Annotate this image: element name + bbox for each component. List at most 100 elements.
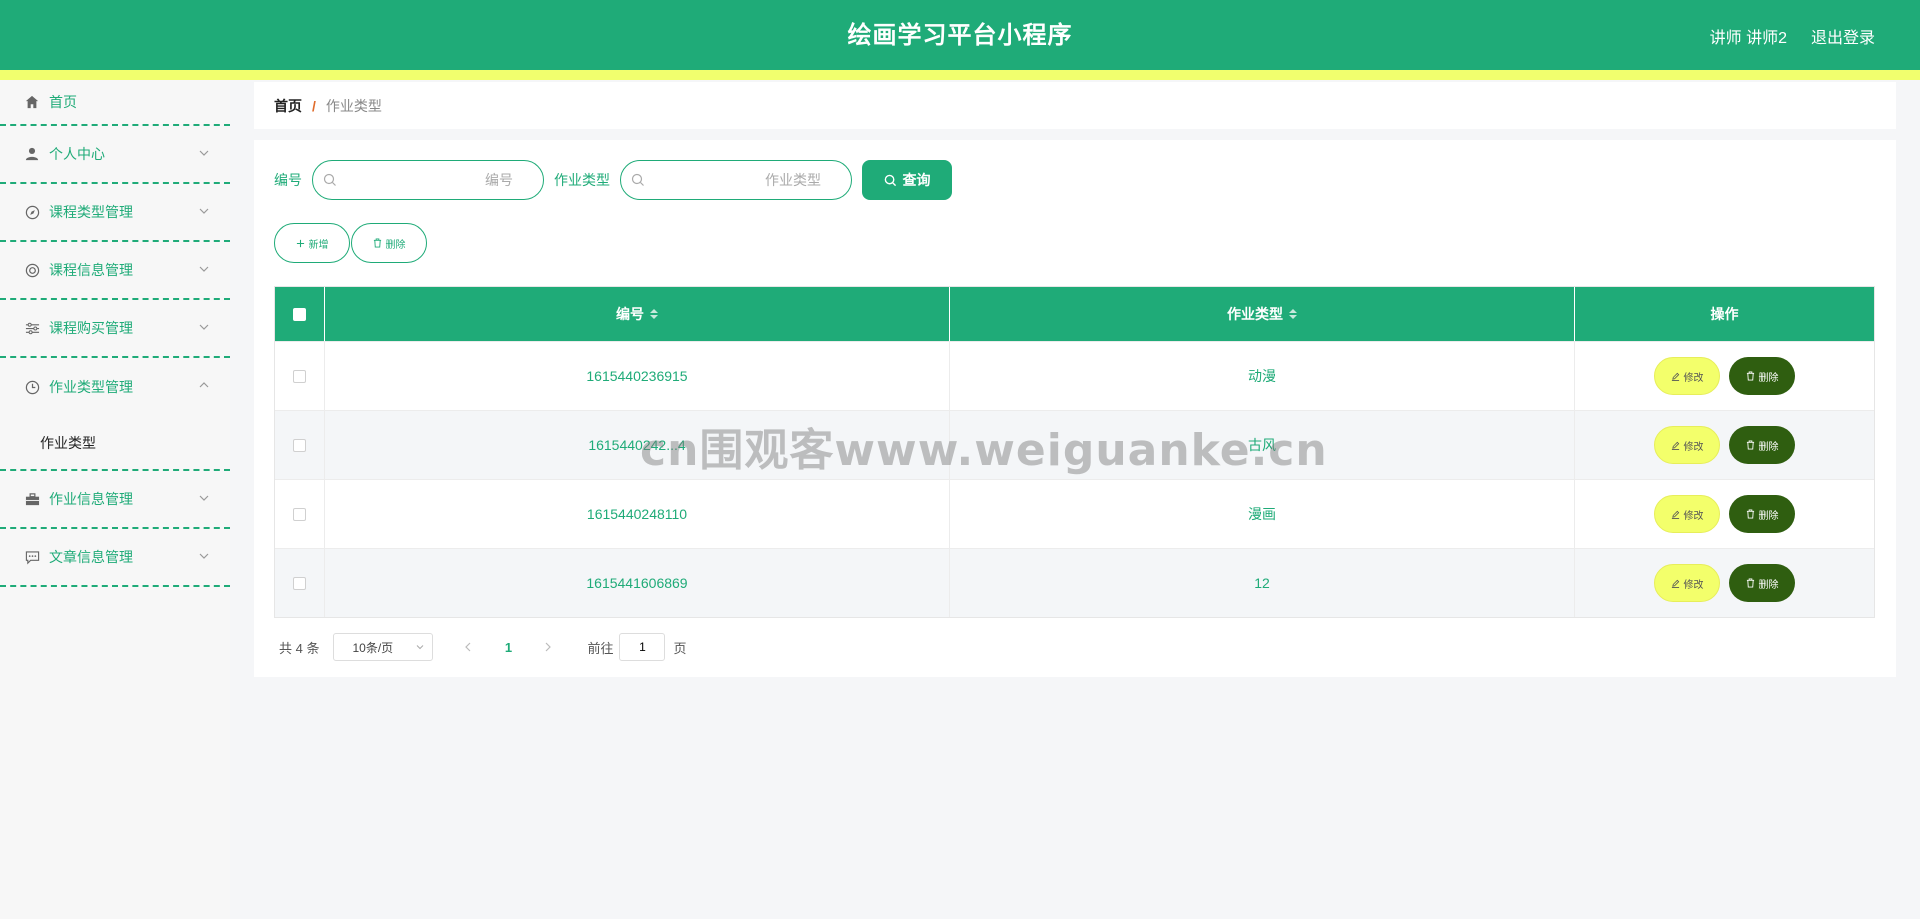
delete-label: 删除 bbox=[1758, 441, 1779, 453]
logout-button[interactable]: 退出登录 bbox=[1811, 24, 1875, 48]
table-header: 编号 作业类型 操作 bbox=[275, 287, 1874, 341]
sidebar-item-label: 作业类型管理 bbox=[49, 379, 133, 395]
delete-button[interactable]: 删除 bbox=[1729, 426, 1795, 464]
type-cell: 12 bbox=[950, 549, 1575, 617]
chevron-down-icon bbox=[199, 266, 209, 272]
trash-icon bbox=[1746, 440, 1754, 450]
id-cell: 1615440236915 bbox=[325, 342, 950, 410]
chevron-down-icon bbox=[199, 150, 209, 156]
sliders-icon bbox=[24, 320, 40, 336]
compass-icon bbox=[24, 204, 40, 220]
row-checkbox[interactable] bbox=[293, 576, 306, 590]
column-header-op: 操作 bbox=[1575, 287, 1874, 341]
edit-button[interactable]: 修改 bbox=[1654, 357, 1720, 395]
edit-button[interactable]: 修改 bbox=[1654, 564, 1720, 602]
type-cell: 古风 bbox=[950, 411, 1575, 479]
sidebar-item-label: 个人中心 bbox=[49, 146, 105, 162]
table-row: 1615440242...4 古风 修改 删除 bbox=[275, 410, 1874, 479]
sidebar-item-course-info[interactable]: 课程信息管理 bbox=[0, 242, 230, 300]
select-all-checkbox[interactable] bbox=[293, 307, 306, 321]
id-cell: 1615440242...4 bbox=[325, 411, 950, 479]
chevron-down-icon bbox=[199, 324, 209, 330]
toolbar: 新增 删除 bbox=[274, 223, 427, 263]
table-row: 1615440248110 漫画 修改 删除 bbox=[275, 479, 1874, 548]
id-search-input[interactable] bbox=[313, 161, 543, 199]
page-number[interactable]: 1 bbox=[493, 633, 523, 661]
delete-button[interactable]: 删除 bbox=[1729, 357, 1795, 395]
pagination: 共 4 条 10条/页 1 前往 页 bbox=[279, 632, 687, 662]
search-icon bbox=[631, 173, 644, 186]
row-checkbox[interactable] bbox=[293, 369, 306, 383]
sidebar-item-course-purchase[interactable]: 课程购买管理 bbox=[0, 300, 230, 358]
next-page-button[interactable] bbox=[533, 633, 563, 661]
id-search-field bbox=[312, 160, 544, 200]
goto-suffix: 页 bbox=[673, 640, 687, 656]
sidebar-item-label: 课程信息管理 bbox=[49, 262, 133, 278]
delete-label: 删除 bbox=[1758, 510, 1779, 522]
header-user-area: 讲师 讲师2 退出登录 bbox=[1710, 0, 1875, 72]
sidebar-item-home[interactable]: 首页 bbox=[0, 80, 230, 126]
breadcrumb-home[interactable]: 首页 bbox=[274, 96, 302, 116]
sidebar-item-homework-type[interactable]: 作业类型管理 bbox=[0, 358, 230, 416]
edit-icon bbox=[1671, 579, 1679, 588]
header-accent-stripe bbox=[0, 70, 1920, 80]
sidebar: 首页 个人中心 课程类型管理 课程信息管理 课程购买管理 作业类型管理 作业类型… bbox=[0, 80, 230, 919]
type-cell: 漫画 bbox=[950, 480, 1575, 548]
query-button[interactable]: 查询 bbox=[862, 160, 952, 200]
prev-page-button[interactable] bbox=[453, 633, 483, 661]
type-search-label: 作业类型 bbox=[554, 172, 610, 188]
row-checkbox-cell bbox=[275, 342, 325, 410]
sidebar-subitem-homework-type[interactable]: 作业类型 bbox=[0, 416, 230, 471]
edit-icon bbox=[1671, 441, 1679, 450]
chevron-down-icon bbox=[199, 208, 209, 214]
edit-label: 修改 bbox=[1683, 579, 1704, 591]
sidebar-item-course-type[interactable]: 课程类型管理 bbox=[0, 184, 230, 242]
column-header-id[interactable]: 编号 bbox=[325, 287, 950, 341]
goto-prefix: 前往 bbox=[587, 640, 614, 656]
chevron-left-icon bbox=[465, 642, 471, 652]
delete-button[interactable]: 删除 bbox=[1729, 564, 1795, 602]
sidebar-item-label: 课程类型管理 bbox=[49, 204, 133, 220]
op-cell: 修改 删除 bbox=[1575, 480, 1874, 548]
sidebar-item-profile[interactable]: 个人中心 bbox=[0, 126, 230, 184]
user-label[interactable]: 讲师 讲师2 bbox=[1710, 24, 1787, 48]
delete-button[interactable]: 删除 bbox=[1729, 495, 1795, 533]
page-size-select[interactable]: 10条/页 bbox=[333, 633, 434, 661]
row-checkbox[interactable] bbox=[293, 507, 306, 521]
sidebar-item-article-info[interactable]: 文章信息管理 bbox=[0, 529, 230, 587]
trash-icon bbox=[1746, 578, 1754, 588]
column-header-label: 编号 bbox=[616, 306, 644, 322]
batch-delete-label: 删除 bbox=[385, 239, 406, 251]
sort-icon[interactable] bbox=[1289, 309, 1297, 319]
row-checkbox[interactable] bbox=[293, 438, 306, 452]
op-cell: 修改 删除 bbox=[1575, 549, 1874, 617]
column-header-type[interactable]: 作业类型 bbox=[950, 287, 1575, 341]
id-search-label: 编号 bbox=[274, 172, 302, 188]
query-button-label: 查询 bbox=[902, 172, 931, 188]
search-icon bbox=[884, 174, 896, 186]
row-checkbox-cell bbox=[275, 480, 325, 548]
chevron-down-icon bbox=[417, 645, 424, 650]
trash-icon bbox=[1746, 509, 1754, 519]
op-cell: 修改 删除 bbox=[1575, 342, 1874, 410]
add-button[interactable]: 新增 bbox=[274, 223, 350, 263]
goto-page-input[interactable] bbox=[619, 633, 666, 661]
app-title: 绘画学习平台小程序 bbox=[847, 22, 1073, 49]
sort-icon[interactable] bbox=[650, 309, 658, 319]
breadcrumb-separator: / bbox=[312, 97, 316, 114]
goto-page: 前往 页 bbox=[587, 633, 687, 661]
sidebar-item-homework-info[interactable]: 作业信息管理 bbox=[0, 471, 230, 529]
edit-label: 修改 bbox=[1683, 372, 1704, 384]
type-search-input[interactable] bbox=[621, 161, 851, 199]
trash-icon bbox=[1746, 371, 1754, 381]
row-checkbox-cell bbox=[275, 549, 325, 617]
trash-icon bbox=[373, 238, 381, 248]
row-checkbox-cell bbox=[275, 411, 325, 479]
column-header-label: 操作 bbox=[1710, 306, 1739, 322]
id-cell: 1615440248110 bbox=[325, 480, 950, 548]
edit-button[interactable]: 修改 bbox=[1654, 495, 1720, 533]
table-row: 1615440236915 动漫 修改 删除 bbox=[275, 341, 1874, 410]
edit-button[interactable]: 修改 bbox=[1654, 426, 1720, 464]
edit-label: 修改 bbox=[1683, 441, 1704, 453]
batch-delete-button[interactable]: 删除 bbox=[351, 223, 427, 263]
